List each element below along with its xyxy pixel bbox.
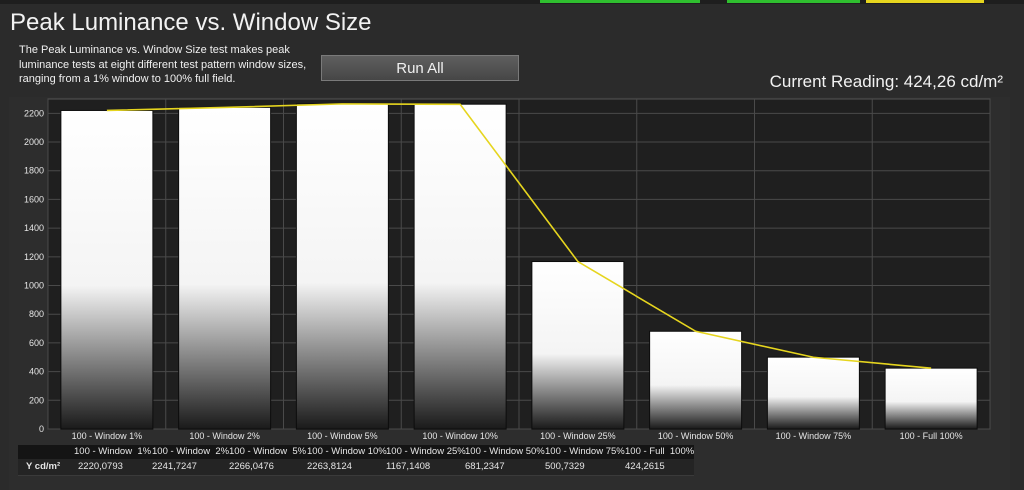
- table-cell: 500,7329: [545, 461, 585, 472]
- table-cell: 2241,7247: [152, 461, 197, 472]
- bar: [766, 356, 860, 430]
- y-tick-label: 1200: [24, 252, 44, 262]
- top-strip-yellow: [866, 0, 984, 3]
- x-tick-label: 100 - Window 1%: [72, 431, 143, 441]
- results-table: 100 - Window 1% 100 - Window 2% 100 - Wind…: [18, 445, 694, 476]
- y-tick-label: 200: [29, 395, 44, 405]
- run-all-button[interactable]: Run All: [321, 55, 519, 81]
- table-column-header: 100 - Window 10%: [307, 446, 387, 457]
- y-tick-label: 2200: [24, 108, 44, 118]
- y-tick-label: 1400: [24, 223, 44, 233]
- luminance-chart: 0 200 400 600 800 1000 1200 1400 1600 1800 2000 220…: [24, 98, 991, 441]
- bar: [649, 330, 743, 430]
- table-column-header: 100 - Full 100%: [625, 446, 695, 457]
- y-tick-label: 1800: [24, 166, 44, 176]
- y-tick-label: 800: [29, 309, 44, 319]
- bar: [60, 109, 154, 430]
- page-title: Peak Luminance vs. Window Size: [10, 9, 372, 36]
- current-reading: Current Reading: 424,26 cd/m²: [769, 72, 1003, 91]
- y-tick-label: 600: [29, 338, 44, 348]
- table-cell: 2220,0793: [78, 461, 123, 472]
- test-description: The Peak Luminance vs. Window Size test …: [19, 44, 307, 85]
- table-cell: 2263,8124: [307, 461, 352, 472]
- bar: [178, 106, 272, 430]
- top-strip-green-2: [727, 0, 860, 3]
- table-column-header: 100 - Window 1%: [74, 446, 152, 457]
- top-strip: [0, 0, 1024, 4]
- bar: [884, 367, 978, 430]
- table-row: Y cd/m² 2220,0793 2241,7247 2266,0476 2263,…: [18, 459, 694, 476]
- table-column-header: 100 - Window 75%: [545, 446, 625, 457]
- table-column-header: 100 - Window 25%: [386, 446, 466, 457]
- y-tick-label: 400: [29, 367, 44, 377]
- bar: [295, 103, 389, 430]
- y-tick-label: 0: [39, 424, 44, 434]
- table-cell: 1167,1408: [386, 461, 431, 472]
- table-cell: 2266,0476: [229, 461, 274, 472]
- table-cell: 681,2347: [465, 461, 505, 472]
- x-tick-label: 100 - Window 75%: [776, 431, 852, 441]
- table-column-header: 100 - Window 50%: [465, 446, 545, 457]
- y-tick-label: 2000: [24, 137, 44, 147]
- y-tick-label: 1600: [24, 194, 44, 204]
- x-tick-label: 100 - Window 10%: [422, 431, 498, 441]
- x-tick-label: 100 - Full 100%: [900, 431, 963, 441]
- x-tick-label: 100 - Window 25%: [540, 431, 616, 441]
- x-tick-label: 100 - Window 5%: [307, 431, 378, 441]
- chart-panel: 0 200 400 600 800 1000 1200 1400 1600 1800 2000 220…: [9, 97, 1010, 490]
- top-strip-green-1: [540, 0, 700, 3]
- bar: [413, 103, 507, 430]
- y-axis: 0 200 400 600 800 1000 1200 1400 1600 1800 2000 220…: [24, 108, 44, 434]
- x-axis: 100 - Window 1% 100 - Window 2% 100 - Wind…: [72, 431, 963, 441]
- table-column-header: 100 - Window 5%: [229, 446, 307, 457]
- row-label: Y cd/m²: [26, 461, 61, 472]
- table-column-header: 100 - Window 2%: [152, 446, 230, 457]
- bar: [531, 261, 625, 430]
- x-tick-label: 100 - Window 50%: [658, 431, 734, 441]
- y-tick-label: 1000: [24, 281, 44, 291]
- table-header-row: 100 - Window 1% 100 - Window 2% 100 - Wind…: [18, 445, 694, 459]
- table-cell: 424,2615: [625, 461, 665, 472]
- x-tick-label: 100 - Window 2%: [189, 431, 260, 441]
